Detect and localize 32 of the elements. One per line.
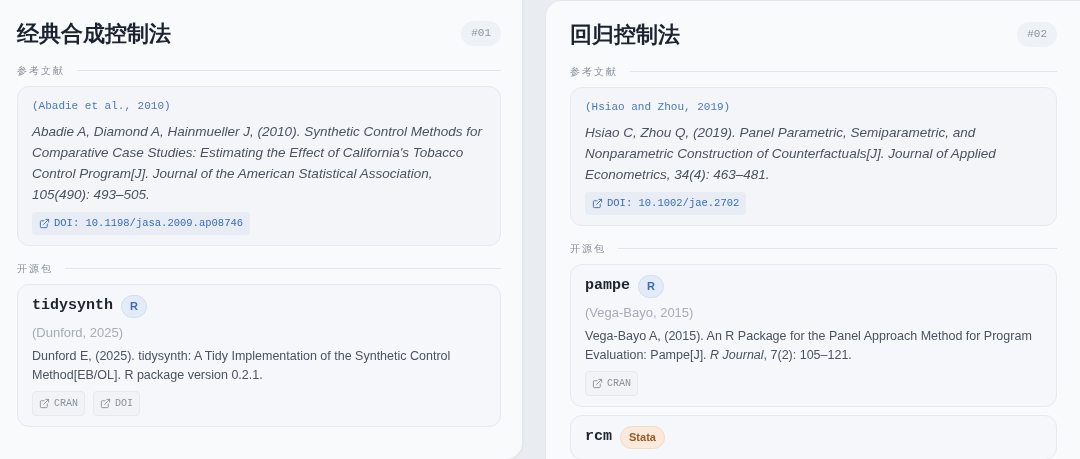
package-name: pampe (585, 276, 630, 297)
external-link-icon (100, 398, 111, 410)
package-link[interactable]: CRAN (32, 391, 85, 417)
section-label: 开源包 (17, 262, 53, 277)
doi-link[interactable]: DOI: 10.1198/jasa.2009.ap08746 (32, 211, 251, 236)
language-badge: R (638, 275, 664, 298)
reference-text: Abadie A, Diamond A, Hainmueller J, (2010). Synthetic Control Methods for Comparative Case Studies: Estimating the Effect of California's Tobacco Control Program[J]. Journal of the American Statistical Association, 105(490): 493–505. (32, 122, 484, 204)
section-label: 参考文献 (17, 64, 65, 78)
section-label: 开源包 (570, 242, 606, 257)
external-link-icon (592, 197, 603, 209)
reference-text: Hsiao C, Zhou Q, (2019). Panel Parametric, Semiparametric, and Nonparametric Construction of Counterfactuals[J]. Journal of Applied Econometrics, 34(4): 463–481. (585, 123, 997, 184)
method-title: 经典合成控制法 (17, 20, 171, 48)
reference-citation: (Hsiao and Zhou, 2019) (585, 100, 732, 115)
external-link-icon (592, 378, 603, 390)
package-link[interactable]: DOI (93, 391, 141, 417)
package-link[interactable]: CRAN (585, 371, 638, 397)
package-name: rcm (585, 427, 612, 448)
method-title: 回归控制法 (570, 21, 680, 49)
section-label: 参考文献 (570, 65, 618, 79)
method-number: #01 (461, 21, 501, 46)
language-badge: R (121, 295, 147, 318)
doi-link[interactable]: DOI: 10.1002/jae.2702 (585, 191, 747, 216)
language-badge: Stata (620, 426, 665, 449)
package-citation: (Dunford, 2025) (32, 323, 125, 342)
package-description: Vega-Bayo A, (2015). An R Package for the Panel Approach Method for Program Evaluation: Pampe[J]. R Journal, 7(2): 105–121. (585, 328, 1033, 365)
reference-citation: (Abadie et al., 2010) (32, 99, 172, 114)
method-number: #02 (1017, 22, 1057, 47)
package-citation: (Vega-Bayo, 2015) (585, 303, 695, 322)
package-description: Dunford E, (2025). tidysynth: A Tidy Implementation of the Synthetic Control Method[EB/OL]. R package version 0.2.1. (32, 348, 452, 385)
package-name: tidysynth (32, 296, 113, 317)
external-link-icon (39, 217, 50, 229)
external-link-icon (39, 398, 50, 410)
